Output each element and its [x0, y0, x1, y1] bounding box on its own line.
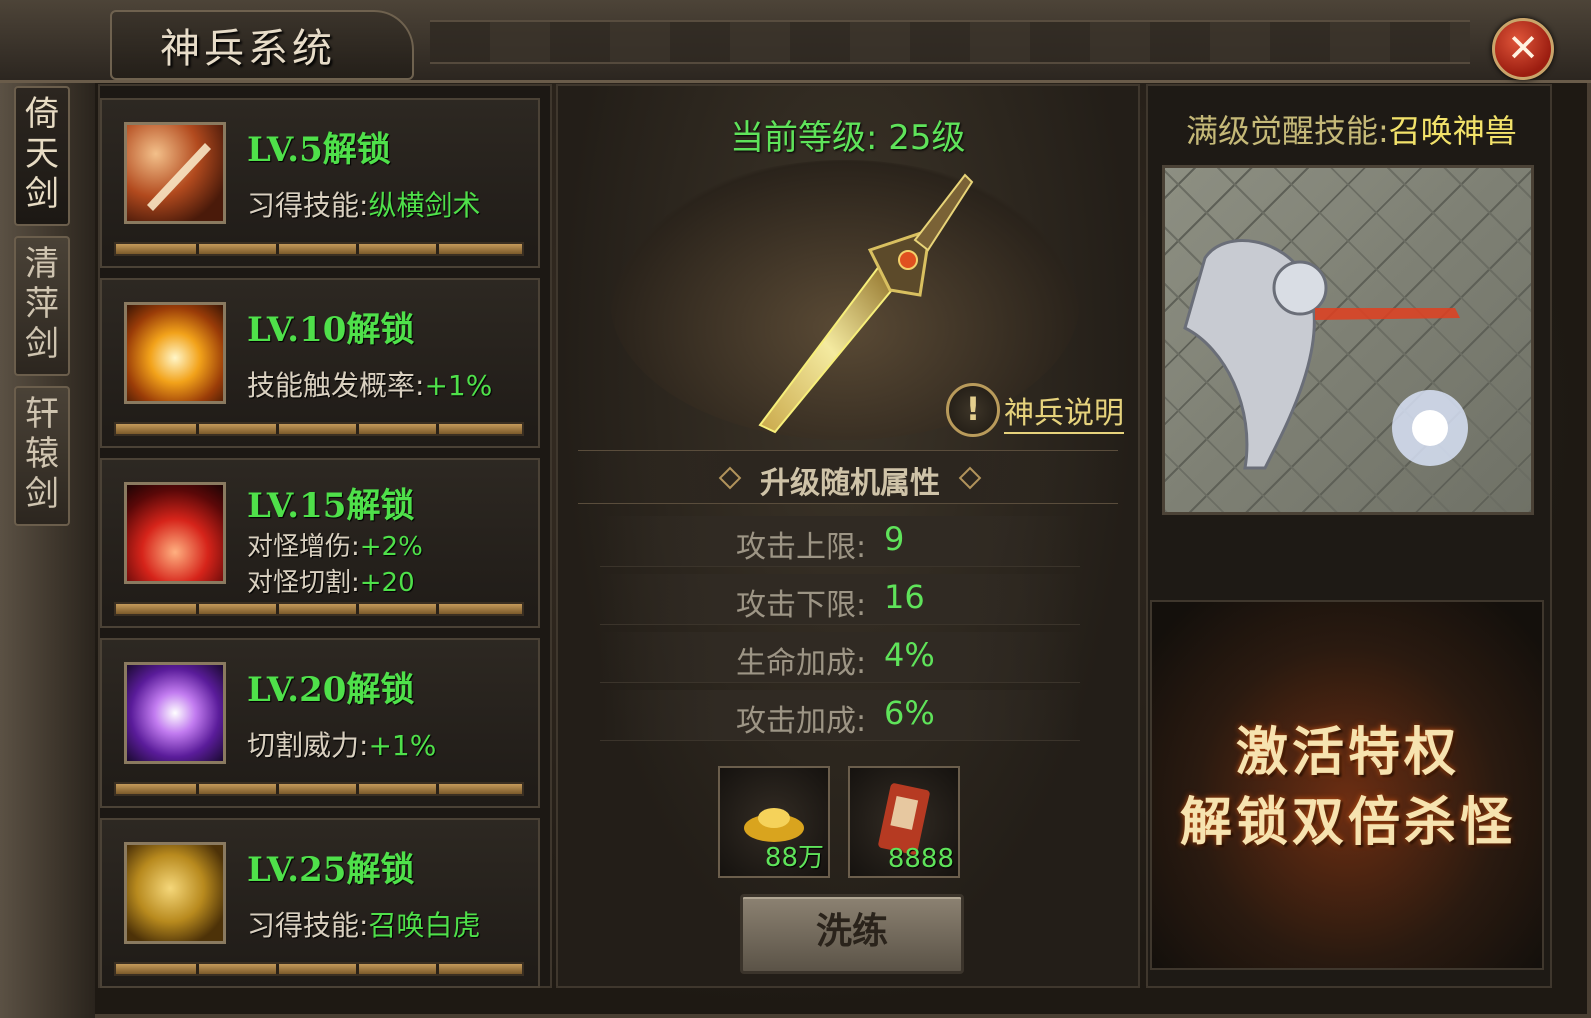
unlock-effect: 切割威力:+1%: [247, 724, 436, 764]
cost-slot-gold[interactable]: 88万: [718, 766, 830, 878]
effect-label: 习得技能:: [247, 909, 369, 942]
tab-char: 倚: [25, 94, 59, 134]
progress-bar: [114, 242, 524, 256]
golden-tiger-icon: [124, 842, 226, 944]
fire-vortex-icon: [124, 302, 226, 404]
attr-value: 4%: [884, 636, 935, 674]
attr-value: 6%: [884, 694, 935, 732]
tab-yitian-sword[interactable]: 倚 天 剑: [14, 86, 70, 226]
unlock-level-title: LV.15解锁: [247, 486, 415, 526]
unlock-card-lv10: LV.10解锁 技能触发概率:+1%: [100, 278, 540, 448]
purple-lightning-icon: [124, 662, 226, 764]
tab-qingping-sword[interactable]: 清 萍 剑: [14, 236, 70, 376]
wash-button[interactable]: 洗练: [740, 894, 964, 974]
attr-row: 攻击加成: 6%: [600, 690, 1080, 741]
unlock-effect: 习得技能:纵横剑术: [247, 184, 480, 224]
promo-line: 激活特权: [1236, 722, 1461, 783]
beast-preview: [1162, 165, 1534, 515]
effect-value: +1%: [424, 369, 493, 402]
tab-char: 清: [25, 244, 59, 284]
random-attr-title: 升级随机属性: [760, 466, 940, 501]
unlock-effect: 对怪切割:+20: [247, 562, 415, 599]
effect-label: 对怪增伤:: [247, 532, 360, 562]
weapon-info-link[interactable]: 神兵说明: [1004, 388, 1124, 434]
progress-bar: [114, 782, 524, 796]
attr-label: 生命加成:: [736, 646, 867, 681]
attr-label: 攻击上限:: [736, 530, 867, 565]
red-burst-icon: [124, 482, 226, 584]
tab-char: 剑: [25, 324, 59, 364]
level-value: 25级: [888, 118, 966, 158]
window-title: 神兵系统: [160, 26, 336, 72]
progress-bar: [114, 602, 524, 616]
cost-slot-scroll[interactable]: 8888: [848, 766, 960, 878]
progress-bar: [114, 962, 524, 976]
progress-bar: [114, 422, 524, 436]
help-icon[interactable]: !: [946, 383, 1000, 437]
effect-label: 习得技能:: [247, 189, 369, 222]
unlock-effect: 习得技能:召唤白虎: [247, 904, 480, 944]
awaken-label: 满级觉醒技能:: [1186, 112, 1389, 150]
tab-xuanyuan-sword[interactable]: 轩 辕 剑: [14, 386, 70, 526]
unlock-effect: 技能触发概率:+1%: [247, 364, 492, 404]
promo-line: 解锁双倍杀怪: [1180, 792, 1517, 853]
effect-label: 对怪切割:: [247, 568, 360, 598]
effect-value: 召唤白虎: [368, 909, 481, 942]
sword-slash-icon: [124, 122, 226, 224]
effect-value: +2%: [359, 532, 423, 562]
unlock-level-title: LV.5解锁: [247, 130, 391, 170]
tab-char: 剑: [25, 174, 59, 214]
attr-row: 生命加成: 4%: [600, 632, 1080, 683]
current-level: 当前等级: 25级: [730, 110, 966, 159]
effect-label: 技能触发概率:: [247, 369, 425, 402]
attr-label: 攻击下限:: [736, 588, 867, 623]
close-button[interactable]: ✕: [1492, 18, 1554, 80]
tab-char: 天: [25, 134, 59, 174]
white-tiger-beast-icon: [1183, 239, 1468, 470]
unlock-card-lv25: LV.25解锁 习得技能:召唤白虎: [100, 818, 540, 988]
awaken-value: 召唤神兽: [1388, 112, 1517, 150]
attr-value: 16: [884, 578, 925, 616]
unlock-card-lv20: LV.20解锁 切割威力:+1%: [100, 638, 540, 808]
tab-char: 剑: [25, 474, 59, 514]
cost-count: 88万: [764, 843, 824, 873]
tab-char: 轩: [25, 394, 59, 434]
unlock-level-title: LV.10解锁: [247, 310, 415, 350]
unlock-effect: 对怪增伤:+2%: [247, 526, 423, 563]
unlock-card-lv5: LV.5解锁 习得技能:纵横剑术: [100, 98, 540, 268]
effect-label: 切割威力:: [247, 729, 369, 762]
effect-value: +20: [359, 568, 415, 598]
attr-row: 攻击下限: 16: [600, 574, 1080, 625]
level-label: 当前等级:: [730, 118, 889, 158]
unlock-level-title: LV.20解锁: [247, 670, 415, 710]
cost-count: 8888: [887, 844, 954, 874]
unlock-card-lv15: LV.15解锁 对怪增伤:+2% 对怪切割:+20: [100, 458, 540, 628]
effect-value: +1%: [368, 729, 437, 762]
title-ornament: [430, 20, 1470, 64]
effect-value: 纵横剑术: [368, 189, 481, 222]
attr-row: 攻击上限: 9: [600, 516, 1080, 567]
attr-value: 9: [884, 520, 905, 558]
awaken-skill: 满级觉醒技能:召唤神兽: [1186, 106, 1517, 152]
attr-label: 攻击加成:: [736, 704, 867, 739]
close-icon: ✕: [1507, 26, 1539, 70]
unlock-level-title: LV.25解锁: [247, 850, 415, 890]
tab-char: 萍: [25, 284, 59, 324]
tab-char: 辕: [25, 434, 59, 474]
